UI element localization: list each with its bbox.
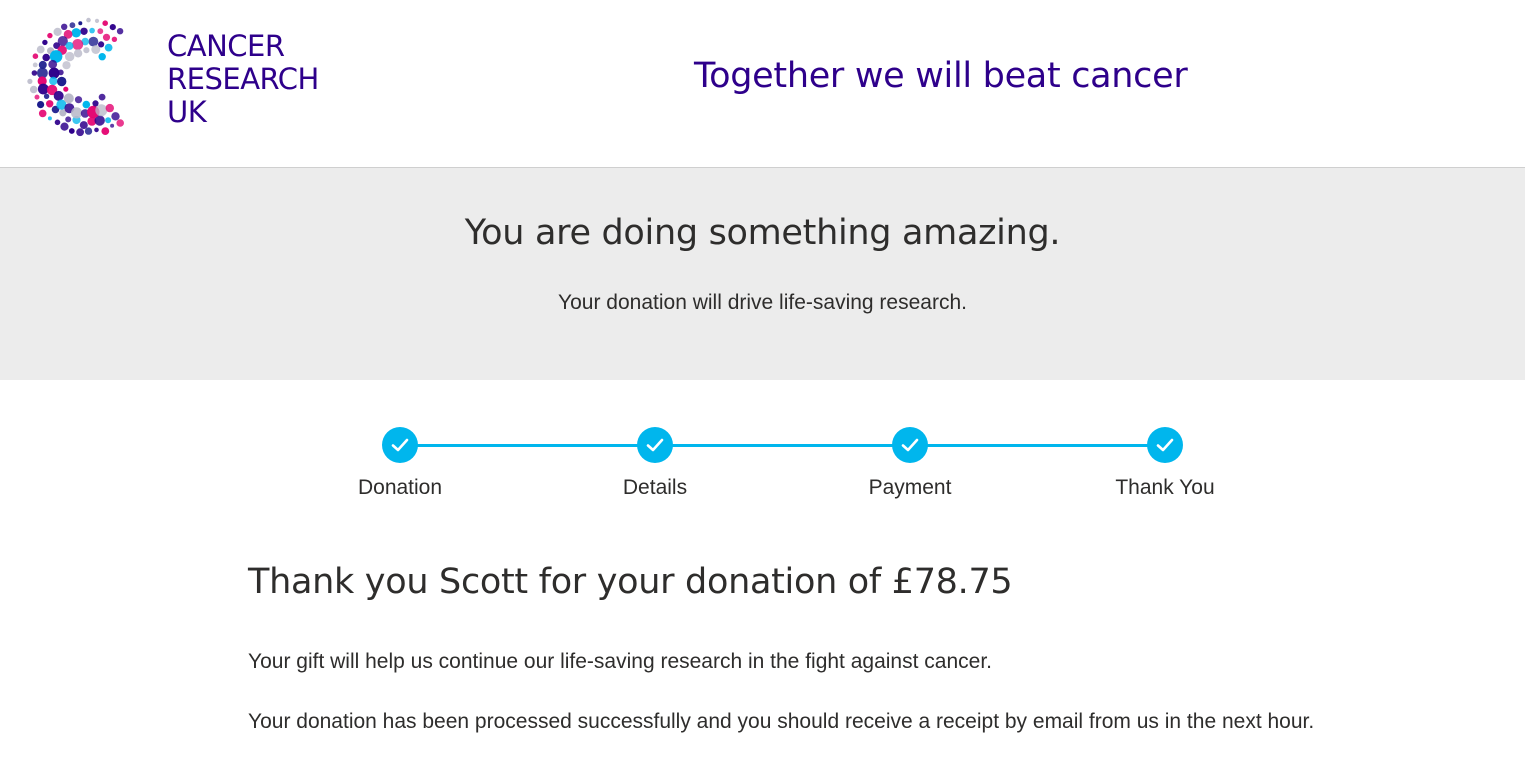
check-icon xyxy=(382,427,418,463)
donation-progress-tracker: Donation Details Payment Thank You xyxy=(0,380,1525,530)
step-label: Details xyxy=(622,476,688,499)
hero-subtitle: Your donation will drive life-saving res… xyxy=(558,291,967,314)
header-tagline: Together we will beat cancer xyxy=(694,56,1188,96)
logo-line-cancer: CANCER xyxy=(167,29,285,63)
step-label: Payment xyxy=(868,476,952,499)
logo-wordmark: CANCER RESEARCH UK xyxy=(167,30,319,129)
receipt-message: Your donation has been processed success… xyxy=(248,710,1315,733)
step-donation: Donation xyxy=(300,427,500,501)
step-details: Details xyxy=(555,427,755,501)
confirmation-title: Thank you Scott for your donation of £78… xyxy=(248,562,1013,602)
confirmation-message: Your gift will help us continue our life… xyxy=(248,650,992,673)
hero-banner: You are doing something amazing. Your do… xyxy=(0,168,1525,380)
site-header: CANCER RESEARCH UK Together we will beat… xyxy=(0,0,1525,168)
step-label: Thank You xyxy=(1115,476,1215,499)
step-thank-you: Thank You xyxy=(1065,427,1265,501)
step-payment: Payment xyxy=(810,427,1010,501)
confirmation-content: Thank you Scott for your donation of £78… xyxy=(248,560,1328,733)
cancer-research-uk-logo-icon xyxy=(27,17,124,137)
check-icon xyxy=(1147,427,1183,463)
logo-line-research: RESEARCH xyxy=(167,62,319,96)
check-icon xyxy=(637,427,673,463)
check-icon xyxy=(892,427,928,463)
progress-line xyxy=(400,444,1165,447)
step-label: Donation xyxy=(357,476,443,499)
hero-title: You are doing something amazing. xyxy=(464,213,1061,253)
logo-line-uk: UK xyxy=(167,95,207,129)
cancer-research-uk-logo[interactable]: CANCER RESEARCH UK xyxy=(16,14,336,140)
